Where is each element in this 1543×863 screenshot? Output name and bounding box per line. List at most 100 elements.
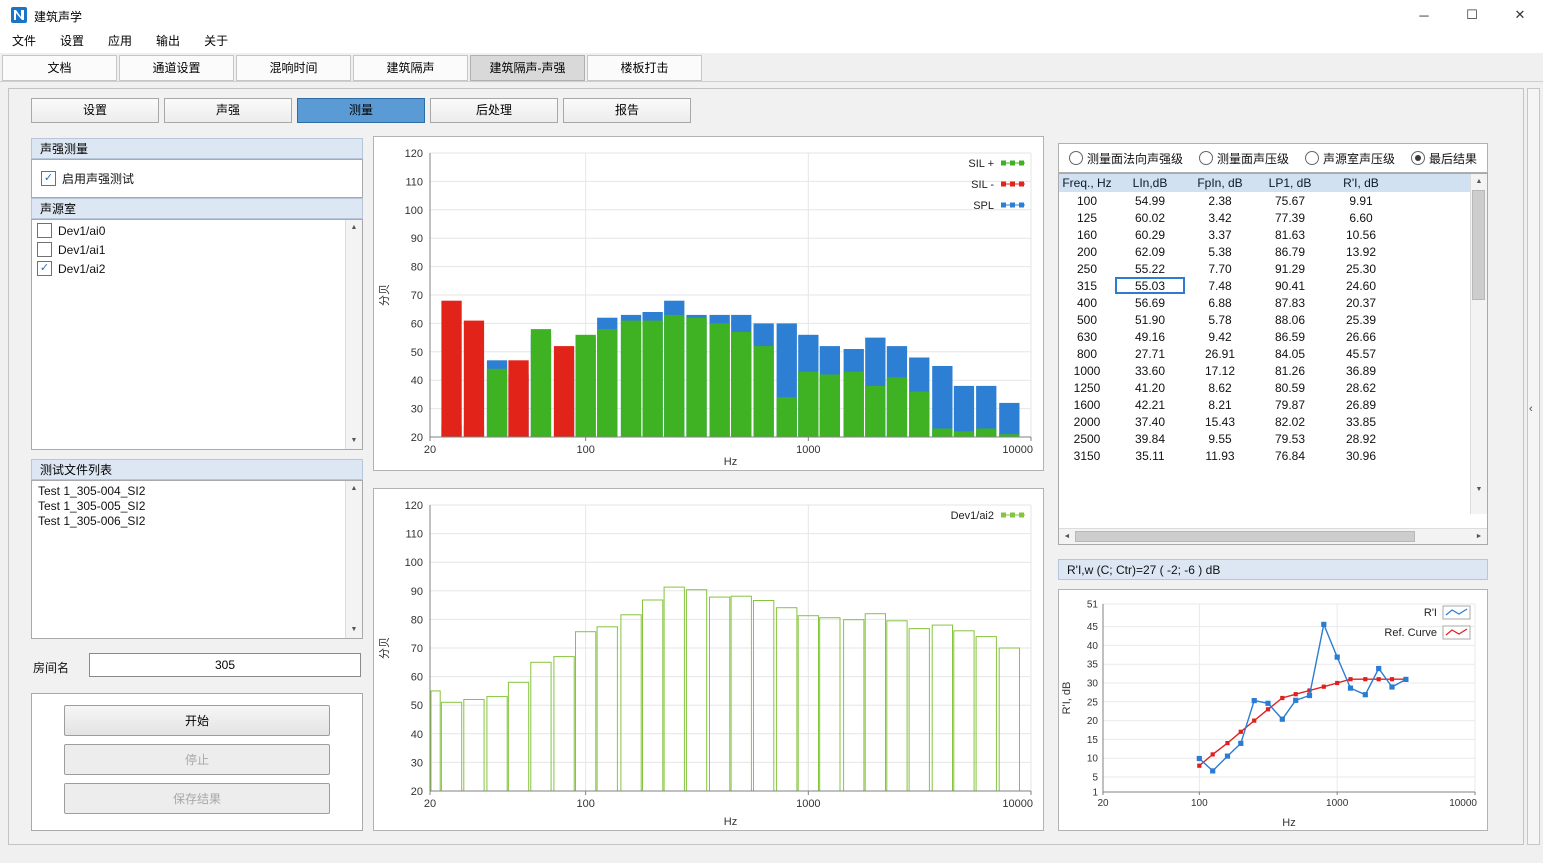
close-button[interactable]: ✕ [1507, 7, 1533, 23]
radio-icon[interactable] [1411, 151, 1425, 165]
side-panel-expander[interactable]: ‹ [1527, 88, 1540, 845]
menu-output[interactable]: 输出 [144, 30, 192, 53]
table-cell[interactable]: 27.71 [1115, 345, 1185, 362]
table-cell[interactable]: 630 [1059, 328, 1115, 345]
channel-item[interactable]: Dev1/ai1 [32, 240, 345, 259]
table-cell[interactable]: 54.99 [1115, 192, 1185, 209]
channel-list-scrollbar[interactable]: ▲ ▼ [345, 220, 362, 449]
table-cell[interactable]: 75.67 [1255, 192, 1325, 209]
table-cell[interactable]: 1600 [1059, 396, 1115, 413]
radio-icon[interactable] [1069, 151, 1083, 165]
table-cell[interactable]: 25.30 [1325, 260, 1397, 277]
table-cell[interactable]: 36.89 [1325, 362, 1397, 379]
scroll-up-icon[interactable]: ▲ [346, 221, 362, 235]
table-cell[interactable]: 60.02 [1115, 209, 1185, 226]
scrollbar-thumb[interactable] [1472, 190, 1485, 300]
table-cell[interactable]: 5.78 [1185, 311, 1255, 328]
scroll-down-icon[interactable]: ▼ [1471, 483, 1487, 497]
tab-building-insulation[interactable]: 建筑隔声 [353, 55, 468, 81]
table-cell[interactable]: 56.69 [1115, 294, 1185, 311]
table-cell[interactable]: 49.16 [1115, 328, 1185, 345]
table-cell[interactable]: 7.48 [1185, 277, 1255, 294]
table-cell[interactable]: 5.38 [1185, 243, 1255, 260]
table-cell[interactable]: 13.92 [1325, 243, 1397, 260]
table-cell[interactable]: 26.91 [1185, 345, 1255, 362]
scroll-down-icon[interactable]: ▼ [346, 623, 362, 637]
test-file-item[interactable]: Test 1_305-005_SI2 [32, 499, 345, 514]
table-cell[interactable]: 9.91 [1325, 192, 1397, 209]
maximize-button[interactable]: ☐ [1459, 7, 1485, 23]
table-cell[interactable]: 62.09 [1115, 243, 1185, 260]
enable-si-checkbox-row[interactable]: ✓ 启用声强测试 [32, 169, 362, 188]
table-cell[interactable]: 8.21 [1185, 396, 1255, 413]
table-cell[interactable]: 800 [1059, 345, 1115, 362]
table-cell[interactable]: 1000 [1059, 362, 1115, 379]
table-cell[interactable]: 125 [1059, 209, 1115, 226]
table-cell[interactable]: 11.93 [1185, 447, 1255, 464]
table-cell[interactable]: 90.41 [1255, 277, 1325, 294]
tab-floor-impact[interactable]: 楼板打击 [587, 55, 702, 81]
table-cell[interactable]: 39.84 [1115, 430, 1185, 447]
table-cell[interactable]: 88.06 [1255, 311, 1325, 328]
scroll-left-icon[interactable]: ◄ [1060, 529, 1074, 544]
tab-setup[interactable]: 设置 [31, 98, 159, 123]
channel-checkbox[interactable] [37, 242, 52, 257]
table-cell[interactable]: 10.56 [1325, 226, 1397, 243]
table-cell[interactable]: 315 [1059, 277, 1115, 294]
table-cell[interactable]: 37.40 [1115, 413, 1185, 430]
file-list-scrollbar[interactable]: ▲ ▼ [345, 481, 362, 638]
table-cell[interactable]: 15.43 [1185, 413, 1255, 430]
table-cell[interactable]: 87.83 [1255, 294, 1325, 311]
table-cell[interactable]: 2.38 [1185, 192, 1255, 209]
radio-option[interactable]: 测量面声压级 [1199, 150, 1289, 167]
tab-postprocess[interactable]: 后处理 [430, 98, 558, 123]
menu-application[interactable]: 应用 [96, 30, 144, 53]
test-file-item[interactable]: Test 1_305-006_SI2 [32, 514, 345, 529]
tab-document[interactable]: 文档 [2, 55, 117, 81]
radio-icon[interactable] [1305, 151, 1319, 165]
channel-checkbox[interactable]: ✓ [37, 261, 52, 276]
table-cell[interactable]: 9.55 [1185, 430, 1255, 447]
table-cell[interactable]: 41.20 [1115, 379, 1185, 396]
table-cell[interactable]: 2000 [1059, 413, 1115, 430]
tab-measure[interactable]: 测量 [297, 98, 425, 123]
table-cell[interactable]: 86.59 [1255, 328, 1325, 345]
tab-report[interactable]: 报告 [563, 98, 691, 123]
table-cell[interactable]: 500 [1059, 311, 1115, 328]
tab-sound-intensity[interactable]: 声强 [164, 98, 292, 123]
table-cell[interactable]: 80.59 [1255, 379, 1325, 396]
test-file-item[interactable]: Test 1_305-004_SI2 [32, 484, 345, 499]
table-cell[interactable]: 81.63 [1255, 226, 1325, 243]
table-cell[interactable]: 84.05 [1255, 345, 1325, 362]
table-vscroll[interactable]: ▲ ▼ [1470, 174, 1487, 514]
stop-button[interactable]: 停止 [64, 744, 330, 775]
table-cell[interactable]: 55.22 [1115, 260, 1185, 277]
table-cell[interactable]: 86.79 [1255, 243, 1325, 260]
table-cell[interactable]: 400 [1059, 294, 1115, 311]
table-cell[interactable]: 6.60 [1325, 209, 1397, 226]
channel-item[interactable]: Dev1/ai0 [32, 221, 345, 240]
table-cell[interactable]: 8.62 [1185, 379, 1255, 396]
table-cell[interactable]: 200 [1059, 243, 1115, 260]
channel-checkbox[interactable] [37, 223, 52, 238]
minimize-button[interactable]: ─ [1411, 8, 1437, 23]
table-cell[interactable]: 33.85 [1325, 413, 1397, 430]
radio-option[interactable]: 最后结果 [1411, 150, 1477, 167]
table-cell[interactable]: 55.03 [1115, 277, 1185, 294]
start-button[interactable]: 开始 [64, 705, 330, 736]
table-cell[interactable]: 2500 [1059, 430, 1115, 447]
table-cell[interactable]: 28.62 [1325, 379, 1397, 396]
scroll-right-icon[interactable]: ► [1472, 529, 1486, 544]
table-cell[interactable]: 3150 [1059, 447, 1115, 464]
table-cell[interactable]: 82.02 [1255, 413, 1325, 430]
scrollbar-thumb[interactable] [1075, 531, 1415, 542]
radio-option[interactable]: 声源室声压级 [1305, 150, 1395, 167]
table-cell[interactable]: 51.90 [1115, 311, 1185, 328]
table-cell[interactable]: 24.60 [1325, 277, 1397, 294]
channel-item[interactable]: ✓Dev1/ai2 [32, 259, 345, 278]
menu-file[interactable]: 文件 [0, 30, 48, 53]
table-cell[interactable]: 20.37 [1325, 294, 1397, 311]
table-cell[interactable]: 250 [1059, 260, 1115, 277]
table-cell[interactable]: 17.12 [1185, 362, 1255, 379]
table-cell[interactable]: 79.87 [1255, 396, 1325, 413]
